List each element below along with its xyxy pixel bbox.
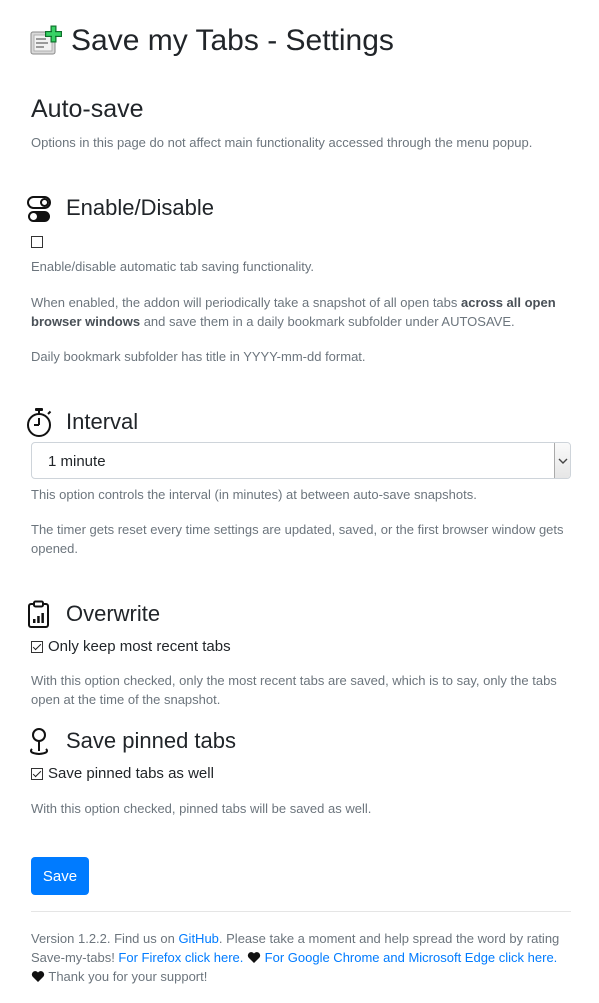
interval-select-arrow[interactable] xyxy=(554,443,570,478)
overwrite-checkbox[interactable] xyxy=(31,641,43,653)
section-heading-auto-save: Auto-save xyxy=(31,95,144,123)
app-logo-icon xyxy=(29,24,65,58)
chrome-edge-link[interactable]: For Google Chrome and Microsoft Edge cli… xyxy=(265,950,558,965)
pinned-checkbox-row[interactable]: Save pinned tabs as well xyxy=(31,764,214,784)
interval-select[interactable]: 1 minute xyxy=(31,442,571,479)
stopwatch-icon xyxy=(26,407,54,437)
pinned-desc: With this option checked, pinned tabs wi… xyxy=(31,801,372,816)
enable-checkbox[interactable] xyxy=(31,235,48,253)
chevron-down-icon xyxy=(558,458,567,464)
enable-checkbox-box[interactable] xyxy=(31,236,43,248)
heart-icon xyxy=(31,971,45,982)
footer: Version 1.2.2. Find us on GitHub. Please… xyxy=(31,929,576,986)
interval-desc-1: This option controls the interval (in mi… xyxy=(31,487,477,502)
map-pin-icon xyxy=(26,727,54,757)
github-link[interactable]: GitHub xyxy=(178,931,218,946)
footer-divider xyxy=(31,911,571,912)
footer-version-text: Version 1.2.2. Find us on xyxy=(31,931,179,946)
overwrite-checkbox-label[interactable]: Only keep most recent tabs xyxy=(48,637,231,657)
overwrite-title: Overwrite xyxy=(66,601,161,626)
overwrite-desc: With this option checked, only the most … xyxy=(31,673,557,707)
interval-desc-2: The timer gets reset every time settings… xyxy=(31,522,564,556)
overwrite-checkbox-row[interactable]: Only keep most recent tabs xyxy=(31,637,231,657)
toggle-icon xyxy=(26,195,54,225)
enable-desc-2-end: and save them in a daily bookmark subfol… xyxy=(140,314,515,329)
enable-disable-title: Enable/Disable xyxy=(66,195,214,220)
clipboard-chart-icon xyxy=(26,600,54,630)
interval-select-value: 1 minute xyxy=(48,453,106,470)
heart-icon xyxy=(247,952,261,963)
enable-desc-3: Daily bookmark subfolder has title in YY… xyxy=(31,349,366,364)
enable-desc-2-start: When enabled, the addon will periodicall… xyxy=(31,295,462,310)
firefox-link[interactable]: For Firefox click here. xyxy=(118,950,243,965)
save-button[interactable]: Save xyxy=(31,857,89,895)
enable-desc-2: When enabled, the addon will periodicall… xyxy=(31,293,571,331)
interval-title: Interval xyxy=(66,409,139,434)
pinned-title: Save pinned tabs xyxy=(66,728,237,753)
intro-text: Options in this page do not affect main … xyxy=(31,135,533,150)
pinned-checkbox-label[interactable]: Save pinned tabs as well xyxy=(48,764,214,784)
enable-desc-1: Enable/disable automatic tab saving func… xyxy=(31,259,315,274)
page-title: Save my Tabs - Settings xyxy=(71,24,394,57)
footer-thanks-text: Thank you for your support! xyxy=(48,969,208,984)
pinned-checkbox[interactable] xyxy=(31,768,43,780)
